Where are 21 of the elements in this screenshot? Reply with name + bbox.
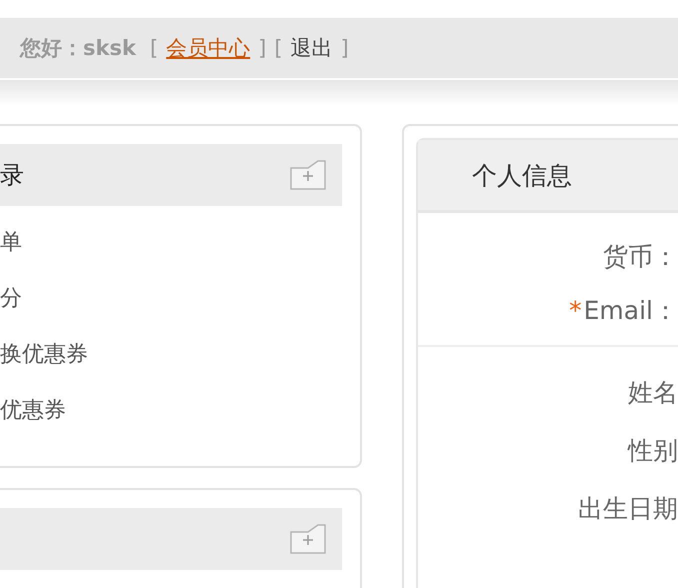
bracket: ]: [258, 36, 266, 60]
panel-title: 个人信息: [472, 160, 572, 192]
nav-link[interactable]: 退出: [290, 34, 333, 62]
menu-link[interactable]: 单: [0, 226, 22, 260]
menu-link[interactable]: 换优惠券: [0, 338, 88, 372]
field-label: 出生日期: [578, 493, 678, 525]
bracket: ]: [340, 36, 349, 60]
card-title: 录: [0, 160, 24, 191]
nav-link[interactable]: 会员中心: [166, 34, 250, 62]
folder-plus-icon[interactable]: [290, 160, 326, 190]
field-label: 货币：: [603, 241, 678, 273]
bracket: [: [274, 36, 283, 60]
folder-plus-icon[interactable]: [290, 524, 326, 554]
required-mark: *: [569, 295, 582, 327]
greeting-text: 您好：sksk: [20, 35, 136, 62]
field-label: 性别: [628, 435, 678, 467]
menu-link[interactable]: 分: [0, 282, 22, 316]
field-label: Email：: [584, 295, 678, 327]
menu-link[interactable]: 优惠券: [0, 394, 66, 428]
bracket: [: [150, 36, 158, 60]
field-label: 姓名: [628, 377, 678, 409]
